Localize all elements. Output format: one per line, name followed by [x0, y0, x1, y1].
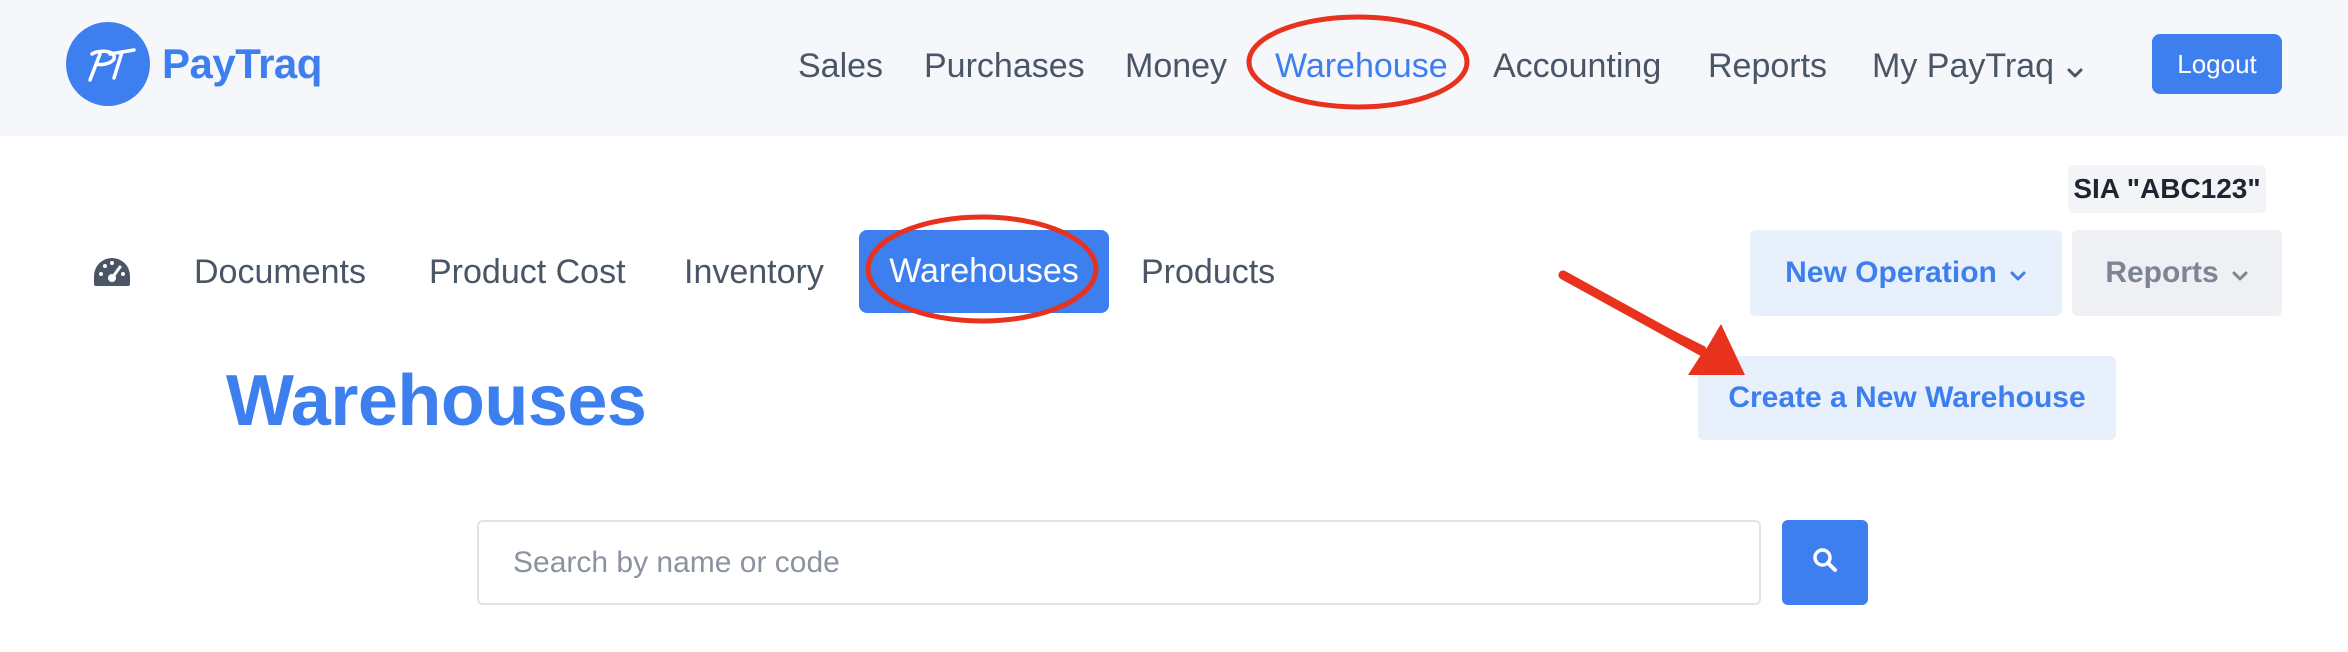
nav-money[interactable]: Money: [1125, 38, 1227, 94]
logo-wordmark: PayTraq: [162, 40, 322, 87]
nav-warehouse[interactable]: Warehouse: [1275, 38, 1448, 94]
create-warehouse-button[interactable]: Create a New Warehouse: [1698, 356, 2116, 440]
chevron-down-icon: [2066, 40, 2084, 96]
nav-my-paytraq[interactable]: My PayTraq: [1872, 38, 2084, 94]
nav-sales[interactable]: Sales: [798, 38, 883, 94]
chevron-down-icon: [2231, 256, 2249, 290]
nav-accounting[interactable]: Accounting: [1493, 38, 1661, 94]
subnav-product-cost[interactable]: Product Cost: [429, 244, 626, 300]
reports-dropdown-button[interactable]: Reports: [2072, 230, 2282, 316]
chevron-down-icon: [2009, 256, 2027, 290]
subnav-inventory[interactable]: Inventory: [684, 244, 824, 300]
subnav-products[interactable]: Products: [1141, 244, 1275, 300]
nav-purchases[interactable]: Purchases: [924, 38, 1085, 94]
new-operation-label: New Operation: [1785, 256, 1997, 289]
search-icon: [1811, 546, 1839, 579]
nav-reports[interactable]: Reports: [1708, 38, 1827, 94]
search-button[interactable]: [1782, 520, 1868, 605]
company-badge: SIA "ABC123": [2068, 165, 2266, 213]
nav-my-paytraq-label: My PayTraq: [1872, 47, 2055, 85]
new-operation-button[interactable]: New Operation: [1750, 230, 2062, 316]
paytraq-logo[interactable]: PayTraq: [66, 22, 322, 106]
search-input[interactable]: [477, 520, 1761, 605]
dashboard-gauge-icon[interactable]: [92, 256, 132, 293]
logo-monogram-icon: [66, 22, 150, 106]
subnav-documents[interactable]: Documents: [194, 244, 366, 300]
subnav-warehouses[interactable]: Warehouses: [859, 230, 1109, 313]
top-navigation-bar: PayTraq Sales Purchases Money Warehouse …: [0, 0, 2348, 136]
page-title: Warehouses: [226, 361, 647, 441]
logout-button[interactable]: Logout: [2152, 34, 2282, 94]
reports-dropdown-label: Reports: [2105, 256, 2219, 289]
